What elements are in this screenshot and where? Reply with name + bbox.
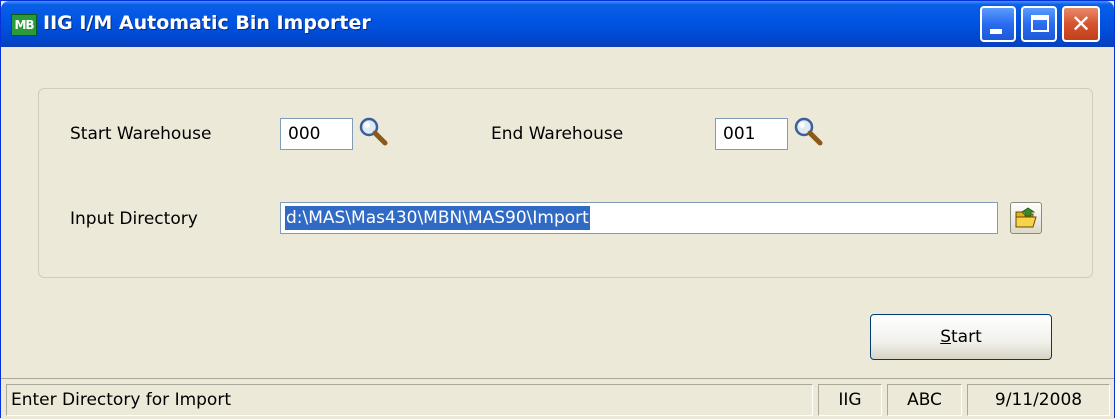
folder-open-icon <box>1015 207 1037 228</box>
input-directory-label: Input Directory <box>70 209 198 229</box>
input-directory-input[interactable]: d:\MAS\Mas430\MBN\MAS90\Import <box>280 202 998 234</box>
start-button-mnemonic: S <box>940 327 952 347</box>
start-button-label: tart <box>951 327 982 347</box>
status-message: Enter Directory for Import <box>6 384 813 416</box>
status-date: 9/11/2008 <box>967 384 1110 416</box>
close-icon: ✕ <box>1070 10 1092 38</box>
title-bar[interactable]: MB IIG I/M Automatic Bin Importer ✕ <box>1 1 1114 47</box>
end-warehouse-lookup-icon[interactable] <box>792 116 824 148</box>
status-company-code: IIG <box>818 384 882 416</box>
maximize-icon <box>1031 15 1049 32</box>
app-window: MB IIG I/M Automatic Bin Importer ✕ Star… <box>0 0 1115 419</box>
start-button[interactable]: Start <box>870 314 1052 360</box>
status-bar: Enter Directory for Import IIG ABC 9/11/… <box>1 378 1114 419</box>
start-warehouse-input[interactable]: 000 <box>280 118 353 150</box>
maximize-button[interactable] <box>1021 6 1057 42</box>
minimize-button[interactable] <box>980 6 1016 42</box>
close-button[interactable]: ✕ <box>1062 6 1100 42</box>
start-warehouse-lookup-icon[interactable] <box>357 116 389 148</box>
input-directory-value: d:\MAS\Mas430\MBN\MAS90\Import <box>285 206 590 230</box>
end-warehouse-input[interactable]: 001 <box>715 118 788 150</box>
window-title: IIG I/M Automatic Bin Importer <box>43 12 371 34</box>
criteria-group-box <box>38 88 1093 278</box>
end-warehouse-label: End Warehouse <box>491 124 624 144</box>
minimize-icon <box>990 29 1002 34</box>
app-icon: MB <box>11 14 37 36</box>
browse-folder-button[interactable] <box>1010 202 1042 234</box>
start-warehouse-label: Start Warehouse <box>70 124 212 144</box>
status-user-code: ABC <box>887 384 962 416</box>
